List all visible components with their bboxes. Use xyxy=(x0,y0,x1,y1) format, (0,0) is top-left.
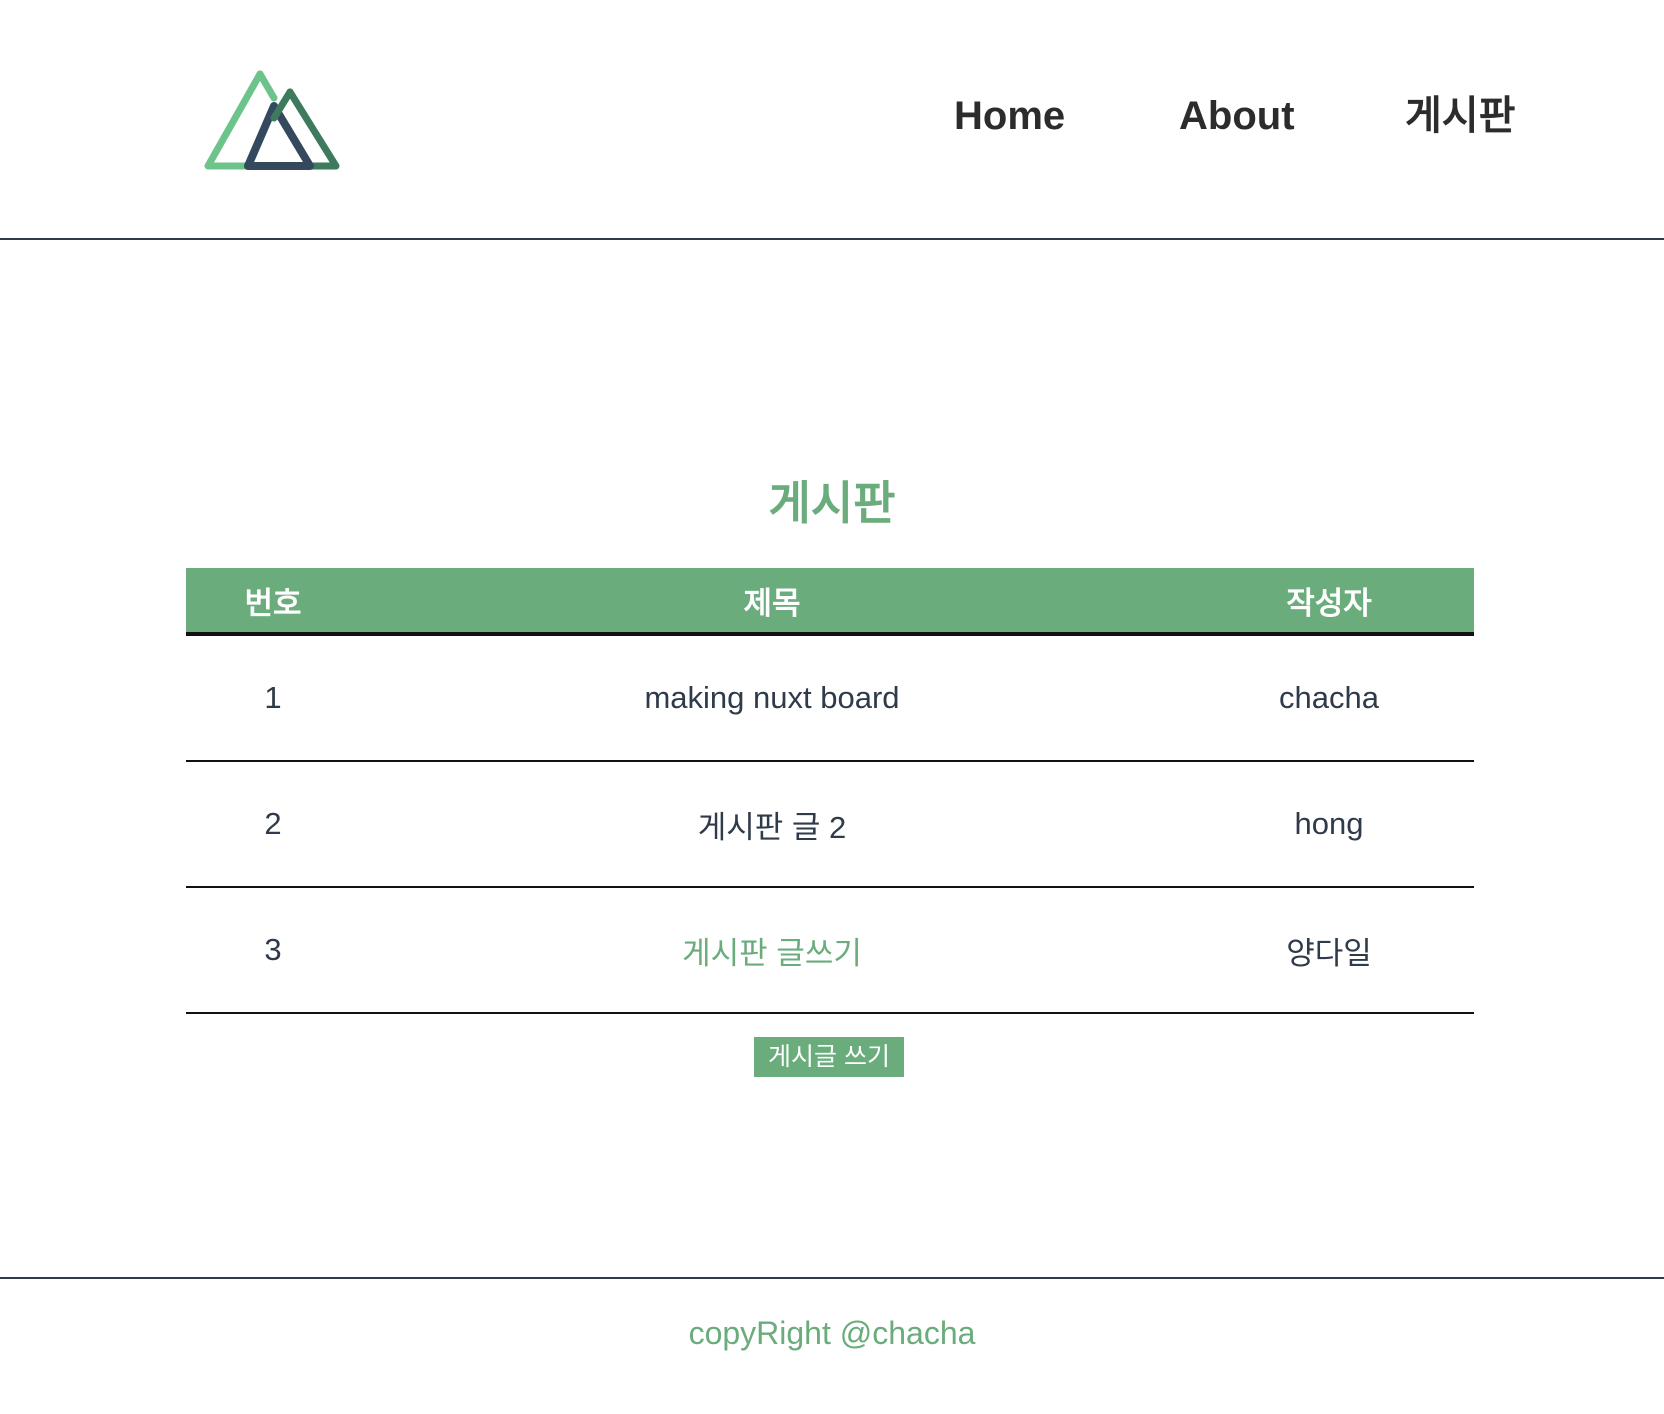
post-number: 3 xyxy=(186,887,360,1014)
post-author: hong xyxy=(1184,761,1474,888)
table-row: 2 게시판 글 2 hong xyxy=(186,761,1474,888)
post-title-cell: 게시판 글쓰기 xyxy=(360,887,1184,1014)
column-header-author: 작성자 xyxy=(1184,568,1474,636)
post-title-link[interactable]: 게시판 글쓰기 xyxy=(682,936,862,971)
post-title-link[interactable]: making nuxt board xyxy=(644,680,899,715)
site-footer: copyRight @chacha xyxy=(0,1277,1664,1414)
column-header-title: 제목 xyxy=(360,568,1184,636)
table-header: 번호 제목 작성자 xyxy=(186,568,1474,636)
board-table: 번호 제목 작성자 1 making nuxt board chacha 2 게… xyxy=(186,568,1474,1014)
post-title-cell: making nuxt board xyxy=(360,634,1184,762)
column-header-number: 번호 xyxy=(186,568,360,636)
post-title-cell: 게시판 글 2 xyxy=(360,761,1184,888)
nav-about-link[interactable]: About xyxy=(1179,88,1295,144)
table-row: 1 making nuxt board chacha xyxy=(186,634,1474,762)
post-title-link[interactable]: 게시판 글 2 xyxy=(698,810,847,845)
nav-home-link[interactable]: Home xyxy=(954,88,1065,144)
page: Home About 게시판 게시판 번호 제목 작성자 1 making nu… xyxy=(0,0,1664,1414)
table-body: 1 making nuxt board chacha 2 게시판 글 2 hon… xyxy=(186,634,1474,1014)
post-author: chacha xyxy=(1184,634,1474,762)
nav-board-link[interactable]: 게시판 xyxy=(1405,88,1515,144)
table-row: 3 게시판 글쓰기 양다일 xyxy=(186,887,1474,1014)
copyright-text: copyRight @chacha xyxy=(688,1315,976,1351)
main-nav: Home About 게시판 xyxy=(0,88,1664,144)
post-number: 1 xyxy=(186,634,360,762)
page-title: 게시판 xyxy=(768,476,896,529)
post-author: 양다일 xyxy=(1184,887,1474,1014)
site-header: Home About 게시판 xyxy=(0,0,1664,240)
write-post-button[interactable]: 게시글 쓰기 xyxy=(754,1037,904,1077)
post-number: 2 xyxy=(186,761,360,888)
